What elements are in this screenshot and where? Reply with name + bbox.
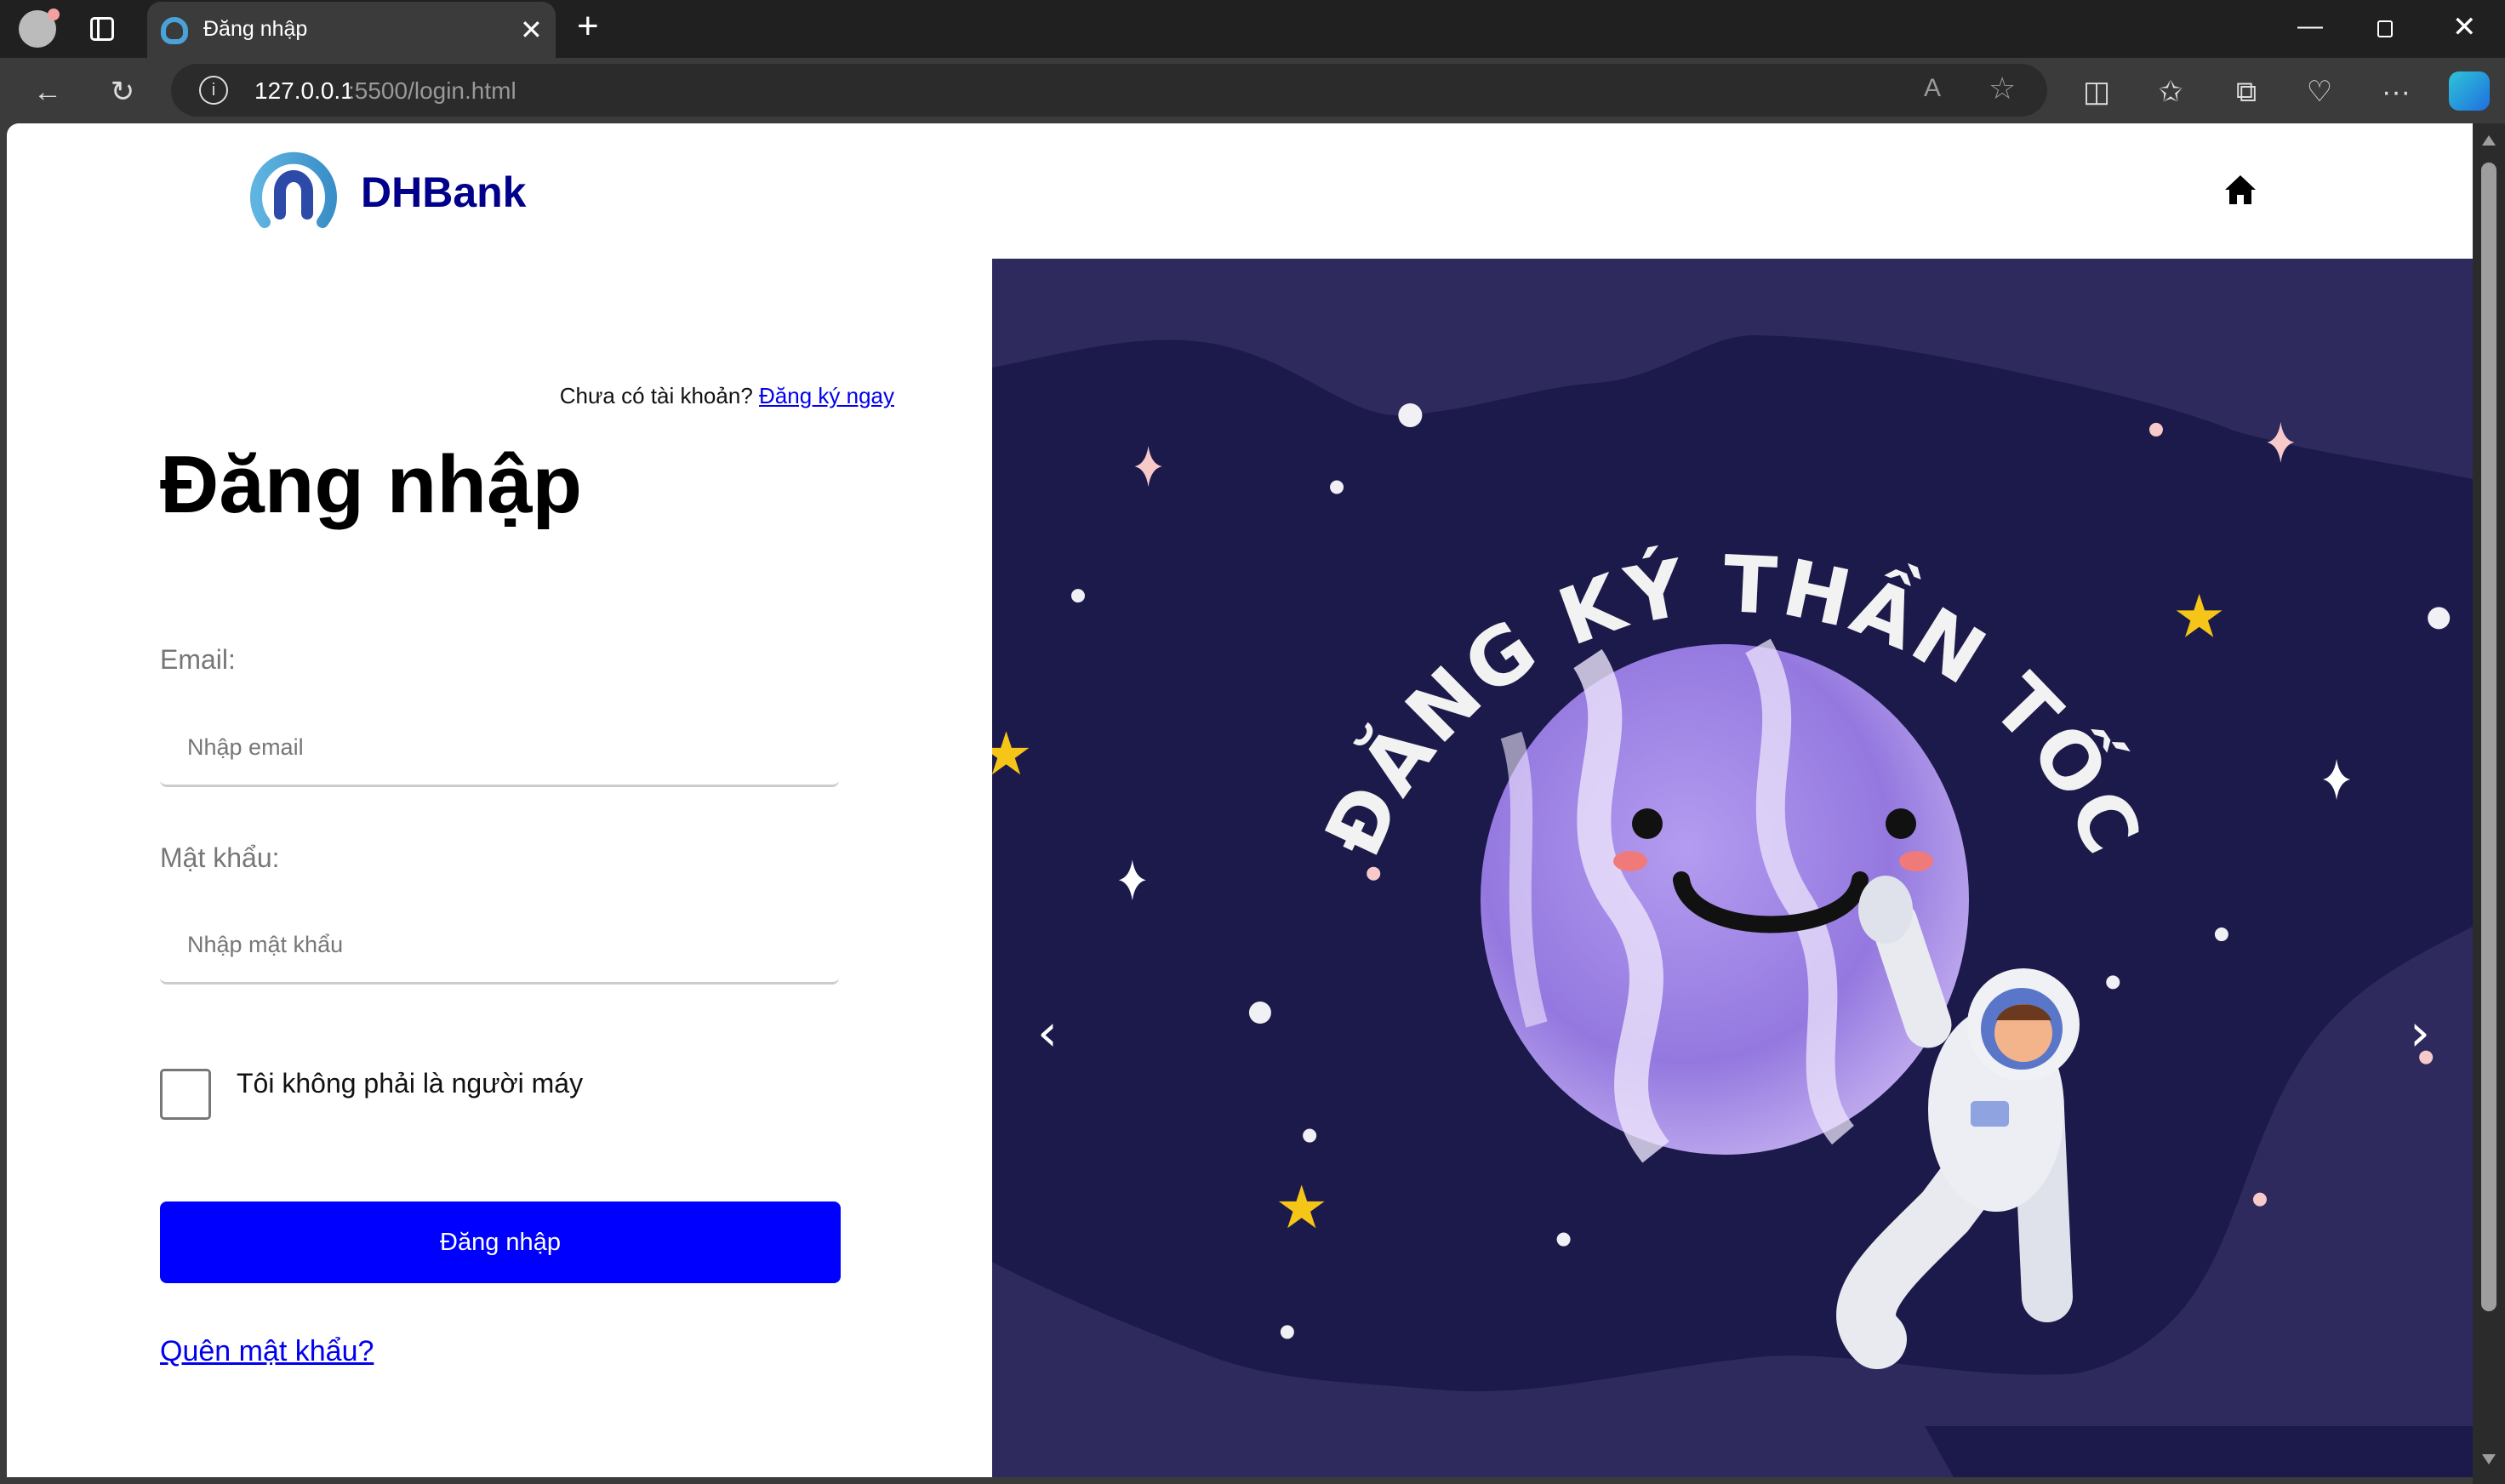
new-tab-icon[interactable]: +	[577, 5, 599, 48]
star-dot	[1367, 866, 1381, 881]
restore-icon[interactable]	[2377, 20, 2393, 37]
scroll-down-icon[interactable]	[2482, 1454, 2496, 1464]
close-tab-icon[interactable]: ✕	[520, 14, 543, 46]
url-host: 127.0.0.1	[254, 77, 354, 104]
page-title: Đăng nhập	[160, 439, 582, 530]
star-dot	[1556, 1232, 1571, 1247]
signup-link[interactable]: Đăng ký ngay	[759, 383, 894, 408]
favorite-star-icon[interactable]: ☆	[1989, 71, 2016, 106]
profile-avatar-icon[interactable]	[19, 9, 60, 48]
scrollbar-thumb[interactable]	[2481, 163, 2496, 1311]
page-scrollbar[interactable]	[2473, 123, 2505, 1484]
star-dot	[2252, 1192, 2267, 1207]
refresh-icon[interactable]: ↻	[106, 75, 140, 109]
minimize-icon[interactable]: —	[2297, 12, 2323, 41]
star-dot	[1280, 1325, 1294, 1339]
star-dot	[1248, 1002, 1271, 1025]
password-input[interactable]	[160, 908, 839, 985]
star-dot	[2106, 975, 2120, 990]
brand-logo[interactable]: DHBank	[248, 144, 605, 229]
banner-illustration: ★★★ ĐĂNG KÝ THẦN TỐC ‹ ›	[992, 259, 2473, 1477]
back-icon[interactable]: ←	[31, 75, 65, 109]
collections-icon[interactable]: ⧉	[2229, 75, 2263, 109]
signup-prompt: Chưa có tài khoản? Đăng ký ngay	[560, 383, 894, 409]
read-aloud-icon[interactable]: A	[1924, 74, 1941, 103]
signup-banner: ★ ★ ★ ĐĂNG KÝ THẦN TỐC ‹ ›	[992, 259, 2473, 1477]
login-page: DHBank Chưa có tài khoản? Đăng ký ngay Đ…	[7, 123, 2473, 1477]
star-dot	[2428, 607, 2451, 630]
yellow-star-icon: ★	[992, 721, 1033, 787]
browser-tab-bar: Đăng nhập ✕ + — ✕	[0, 0, 2505, 58]
logo-icon	[250, 151, 337, 228]
captcha-label: Tôi không phải là người máy	[237, 1068, 584, 1099]
favorites-icon[interactable]: ✩	[2154, 75, 2188, 109]
email-input[interactable]	[160, 711, 839, 787]
password-label: Mật khẩu:	[160, 842, 280, 873]
carousel-prev-button[interactable]: ‹	[1037, 1003, 1058, 1063]
copilot-icon[interactable]	[2449, 71, 2490, 111]
banner-bottom-shape	[1925, 1426, 2473, 1477]
split-screen-icon[interactable]: ◫	[2080, 75, 2114, 109]
more-menu-icon[interactable]: ···	[2379, 75, 2413, 109]
brand-name: DHBank	[361, 168, 527, 216]
favicon-icon	[161, 17, 188, 44]
email-label: Email:	[160, 644, 236, 675]
star-dot	[1398, 403, 1423, 428]
captcha-checkbox[interactable]	[160, 1069, 211, 1120]
browser-tab[interactable]: Đăng nhập ✕	[147, 2, 556, 58]
yellow-star-icon: ★	[2172, 583, 2226, 649]
forgot-password-link[interactable]: Quên mật khẩu?	[160, 1335, 374, 1368]
home-icon[interactable]	[2224, 174, 2257, 205]
scroll-up-icon[interactable]	[2482, 135, 2496, 146]
yellow-star-icon: ★	[1275, 1174, 1328, 1241]
tab-actions-icon[interactable]	[90, 17, 114, 41]
star-dot	[1330, 480, 1344, 494]
browser-essentials-icon[interactable]: ♡	[2302, 75, 2337, 109]
address-bar[interactable]: i 127.0.0.1:5500/login.html A ☆	[171, 64, 2047, 117]
close-window-icon[interactable]: ✕	[2452, 10, 2477, 44]
star-dot	[2148, 422, 2163, 437]
carousel-next-button[interactable]: ›	[2410, 1003, 2430, 1063]
tab-title: Đăng nhập	[203, 17, 308, 41]
star-dot	[2214, 928, 2228, 942]
site-info-icon[interactable]: i	[199, 76, 228, 105]
url-path: :5500/login.html	[348, 77, 516, 104]
login-submit-button[interactable]: Đăng nhập	[160, 1201, 841, 1283]
signup-prompt-text: Chưa có tài khoản?	[559, 383, 753, 408]
star-dot	[1070, 589, 1085, 603]
star-dot	[1303, 1128, 1317, 1143]
